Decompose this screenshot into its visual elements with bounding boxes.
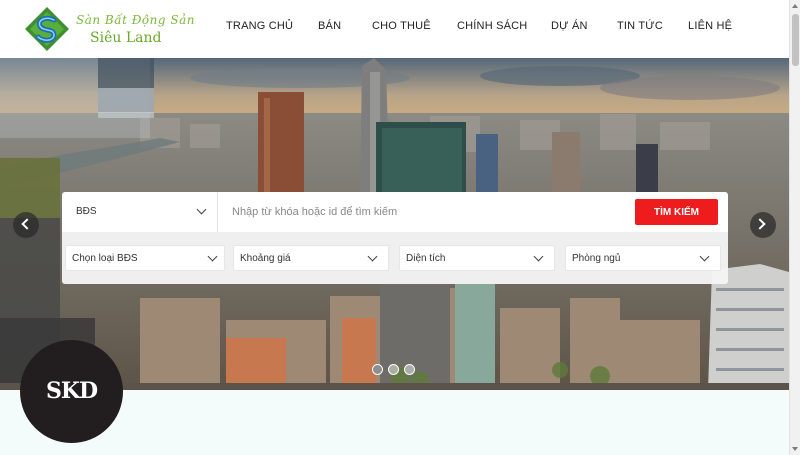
filter-price-range-label: Khoảng giá bbox=[240, 253, 291, 264]
filter-bedrooms[interactable]: Phòng ngủ bbox=[565, 245, 721, 271]
nav-item-home[interactable]: TRANG CHỦ bbox=[226, 20, 293, 32]
slider-dot-1[interactable] bbox=[372, 364, 383, 375]
skd-badge[interactable]: SKD bbox=[20, 340, 123, 443]
filter-property-type[interactable]: Chọn loại BĐS bbox=[65, 245, 225, 271]
filter-price-range[interactable]: Khoảng giá bbox=[233, 245, 389, 271]
skd-badge-text: SKD bbox=[45, 378, 98, 404]
category-selected-value: BĐS bbox=[76, 206, 97, 217]
slider-prev-button[interactable] bbox=[13, 212, 39, 238]
main-nav: TRANG CHỦ BÁN CHO THUÊ CHÍNH SÁCH DỰ ÁN … bbox=[0, 20, 789, 36]
category-select[interactable]: BĐS bbox=[62, 192, 218, 232]
filter-property-type-label: Chọn loại BĐS bbox=[72, 253, 138, 264]
site-header: Sàn Bất Động Sản Siêu Land TRANG CHỦ BÁN… bbox=[0, 0, 789, 58]
slider-dot-3[interactable] bbox=[404, 364, 415, 375]
nav-item-contact[interactable]: LIÊN HỆ bbox=[688, 20, 732, 32]
chevron-right-icon bbox=[754, 218, 766, 230]
search-panel: BĐS TÌM KIẾM Chọn loại BĐS Khoảng giá Di… bbox=[62, 192, 728, 284]
search-button[interactable]: TÌM KIẾM bbox=[635, 199, 718, 225]
chevron-down-icon bbox=[196, 204, 207, 215]
nav-item-policy[interactable]: CHÍNH SÁCH bbox=[457, 20, 527, 32]
nav-item-news[interactable]: TIN TỨC bbox=[617, 20, 663, 32]
scroll-thumb[interactable] bbox=[792, 14, 799, 66]
scroll-up-arrow-icon[interactable] bbox=[792, 4, 798, 8]
scroll-down-arrow-icon[interactable] bbox=[792, 447, 798, 451]
chevron-down-icon bbox=[207, 251, 218, 262]
slider-dot-2[interactable] bbox=[388, 364, 399, 375]
chevron-down-icon bbox=[367, 251, 378, 262]
nav-item-sell[interactable]: BÁN bbox=[318, 20, 341, 32]
page-scrollbar[interactable] bbox=[789, 0, 800, 455]
filter-bedrooms-label: Phòng ngủ bbox=[572, 253, 621, 264]
filter-area[interactable]: Diện tích bbox=[399, 245, 555, 271]
filter-area-label: Diện tích bbox=[406, 253, 446, 264]
nav-item-projects[interactable]: DỰ ÁN bbox=[551, 20, 588, 32]
nav-item-rent[interactable]: CHO THUÊ bbox=[372, 20, 431, 32]
chevron-down-icon bbox=[533, 251, 544, 262]
slider-next-button[interactable] bbox=[750, 212, 776, 238]
chevron-left-icon bbox=[21, 218, 33, 230]
search-input[interactable] bbox=[232, 200, 622, 224]
chevron-down-icon bbox=[699, 251, 710, 262]
search-bar: BĐS TÌM KIẾM bbox=[62, 192, 728, 232]
